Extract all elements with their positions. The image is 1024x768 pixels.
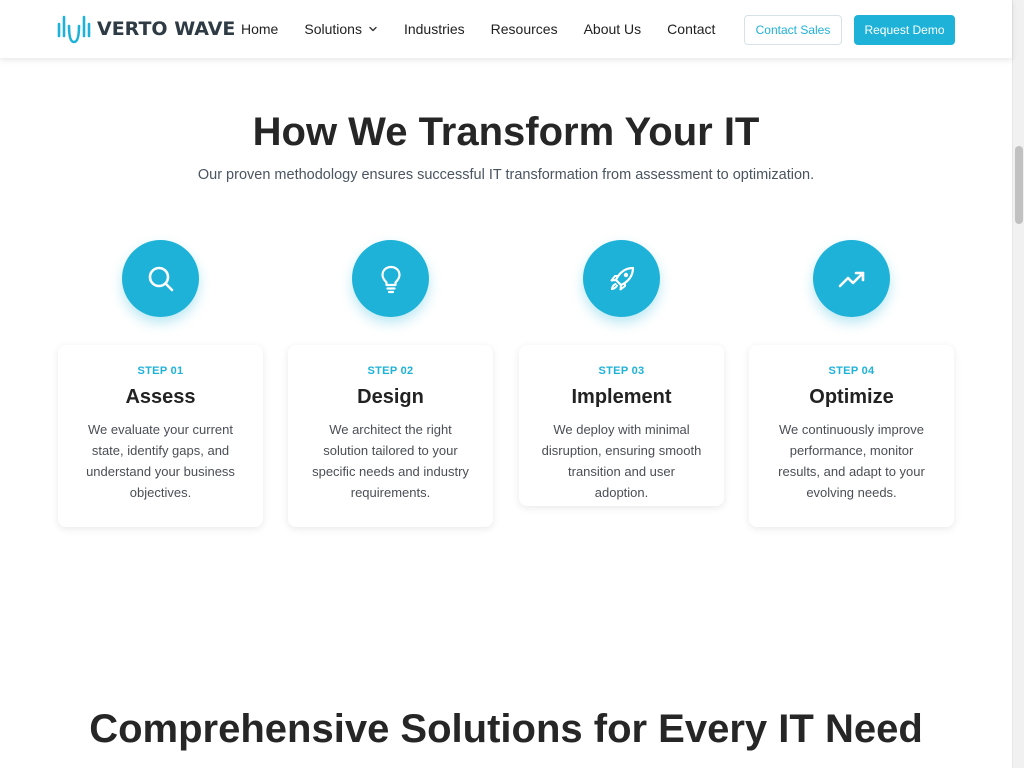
search-icon — [148, 266, 173, 291]
main-nav: Home Solutions Industries Resources Abou… — [241, 20, 741, 38]
lightbulb-icon — [380, 265, 401, 293]
nav-about-us[interactable]: About Us — [584, 21, 642, 37]
step-label: STEP 01 — [137, 365, 184, 377]
brand-logo[interactable]: VERTO WAVE — [57, 12, 235, 46]
chevron-down-icon — [369, 26, 377, 32]
nav-solutions-label: Solutions — [304, 21, 362, 37]
nav-contact[interactable]: Contact — [667, 21, 715, 37]
wave-logo-icon — [57, 15, 91, 44]
step-2-icon-circle — [352, 240, 429, 317]
nav-home-label: Home — [241, 21, 279, 37]
nav-resources[interactable]: Resources — [491, 21, 558, 37]
nav-industries-label: Industries — [403, 21, 465, 37]
step-description: We continuously improve performance, mon… — [778, 422, 925, 500]
step-3-icon-circle — [583, 240, 660, 317]
contact-sales-button[interactable]: Contact Sales — [744, 15, 842, 45]
step-card-implement: STEP 03 Implement We deploy with minimal… — [519, 345, 724, 506]
nav-industries[interactable]: Industries — [404, 21, 465, 37]
page-scrollbar[interactable] — [1012, 0, 1024, 768]
step-label: STEP 03 — [598, 365, 645, 377]
nav-solutions[interactable]: Solutions — [304, 21, 378, 37]
step-4-icon-circle — [813, 240, 890, 317]
trending-up-icon — [838, 271, 864, 287]
step-title: Implement — [571, 386, 672, 408]
step-card-design: STEP 02 Design We architect the right so… — [288, 345, 493, 527]
step-card-assess: STEP 01 Assess We evaluate your current … — [58, 345, 263, 527]
section-subtitle: Our proven methodology ensures successfu… — [197, 167, 815, 183]
step-card-optimize: STEP 04 Optimize We continuously improve… — [749, 345, 954, 527]
nav-home[interactable]: Home — [241, 21, 278, 37]
step-label: STEP 04 — [828, 365, 875, 377]
request-demo-button[interactable]: Request Demo — [854, 15, 955, 45]
step-description: We architect the right solution tailored… — [312, 422, 469, 500]
step-description: We deploy with minimal disruption, ensur… — [541, 422, 702, 500]
nav-contact-label: Contact — [667, 21, 716, 37]
step-title: Optimize — [809, 386, 894, 408]
step-title: Design — [357, 386, 424, 408]
step-description: We evaluate your current state, identify… — [86, 422, 235, 500]
brand-name: VERTO WAVE — [97, 18, 236, 40]
nav-about-label: About Us — [583, 21, 642, 37]
step-title: Assess — [125, 386, 196, 408]
nav-resources-label: Resources — [490, 21, 558, 37]
section-title: How We Transform Your IT — [252, 110, 760, 154]
step-1-icon-circle — [122, 240, 199, 317]
scrollbar-thumb[interactable] — [1015, 146, 1023, 224]
step-label: STEP 02 — [367, 365, 414, 377]
rocket-icon — [610, 266, 634, 290]
solutions-section-title: Comprehensive Solutions for Every IT Nee… — [89, 707, 923, 751]
site-header: VERTO WAVE Home Solutions Industries Res… — [0, 0, 1012, 58]
